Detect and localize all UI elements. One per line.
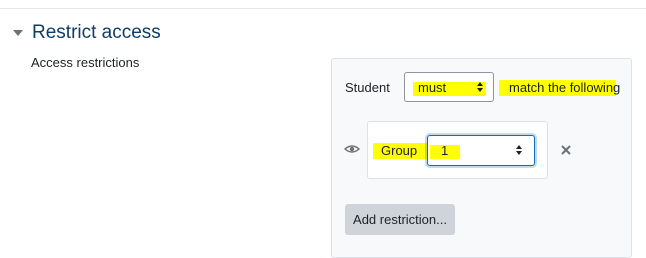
select-arrows-icon bbox=[516, 145, 522, 155]
section-title: Restrict access bbox=[32, 22, 161, 43]
add-restriction-button[interactable]: Add restriction... bbox=[345, 204, 455, 235]
group-label: Group bbox=[381, 143, 418, 158]
access-restrictions-label: Access restrictions bbox=[31, 55, 140, 70]
student-label: Student bbox=[345, 80, 390, 95]
must-select-value: must bbox=[418, 80, 447, 95]
select-arrows-icon bbox=[477, 82, 483, 92]
section-header[interactable]: Restrict access bbox=[10, 20, 161, 46]
group-select-value: 1 bbox=[441, 143, 449, 158]
close-icon[interactable] bbox=[560, 144, 572, 156]
caret-down-icon[interactable] bbox=[10, 25, 26, 41]
eye-icon[interactable] bbox=[344, 144, 360, 154]
top-band bbox=[0, 0, 646, 9]
match-following-text: match the following bbox=[509, 80, 621, 95]
